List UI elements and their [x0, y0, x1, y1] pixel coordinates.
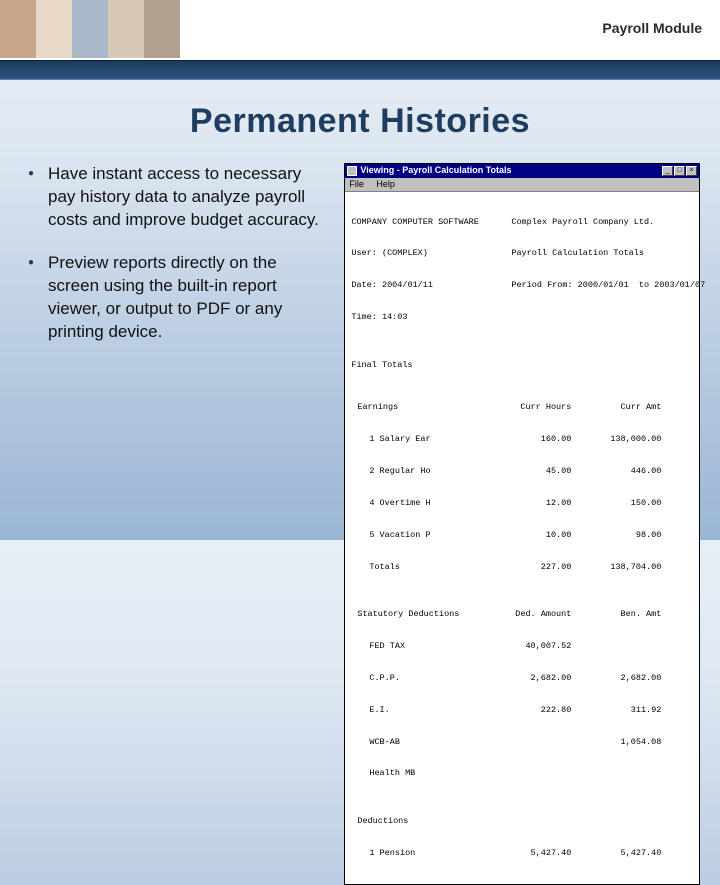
window-titlebar[interactable]: Viewing - Payroll Calculation Totals _ □… — [345, 164, 699, 178]
earn-totals-amt: 138,704.00 — [571, 562, 661, 573]
stat-ben — [571, 641, 661, 652]
stat-label: C.P.P. — [351, 673, 481, 684]
deductions-header: Deductions — [351, 816, 693, 827]
minimize-icon[interactable]: _ — [662, 166, 673, 176]
module-label: Payroll Module — [602, 20, 702, 36]
stat-ded: 222.80 — [481, 705, 571, 716]
header-band: Payroll Module — [0, 0, 720, 60]
company-name: Complex Payroll Company Ltd. — [511, 217, 691, 228]
earn-hours: 45.00 — [481, 466, 571, 477]
stat-label: WCB-AB — [351, 737, 481, 748]
date-line: Date: 2004/01/11 — [351, 280, 511, 291]
col-amt-header: Curr Amt — [571, 402, 661, 413]
window-menubar[interactable]: File Help — [345, 178, 699, 192]
close-icon[interactable]: × — [686, 166, 697, 176]
page-title: Permanent Histories — [0, 102, 720, 141]
ded-b: 5,427.40 — [571, 848, 661, 859]
time-line: Time: 14:03 — [351, 312, 693, 323]
header-blue-band — [0, 60, 720, 80]
earn-amt: 446.00 — [571, 466, 661, 477]
stat-ded: 40,007.52 — [481, 641, 571, 652]
company-code: COMPANY COMPUTER SOFTWARE — [351, 217, 511, 228]
decorative-photo-strip — [0, 0, 180, 58]
earn-totals-label: Totals — [351, 562, 481, 573]
earn-hours: 12.00 — [481, 498, 571, 509]
ded-d: 5,427.40 — [481, 848, 571, 859]
earn-label: 1 Salary Ear — [351, 434, 481, 445]
menu-help[interactable]: Help — [376, 179, 395, 189]
stat-label: E.I. — [351, 705, 481, 716]
period-line: Period From: 2000/01/01 to 2003/01/07 — [511, 280, 691, 291]
stat-ben: 2,682.00 — [571, 673, 661, 684]
earn-hours: 10.00 — [481, 530, 571, 541]
earn-amt: 98.00 — [571, 530, 661, 541]
earn-label: 4 Overtime H — [351, 498, 481, 509]
stat-ben — [571, 768, 661, 779]
earn-hours: 160.00 — [481, 434, 571, 445]
stat-label: FED TAX — [351, 641, 481, 652]
earn-totals-hours: 227.00 — [481, 562, 571, 573]
col-hours-header: Curr Hours — [481, 402, 571, 413]
earnings-header: Earnings — [351, 402, 481, 413]
earn-amt: 150.00 — [571, 498, 661, 509]
report-body: COMPANY COMPUTER SOFTWARE Complex Payrol… — [345, 192, 699, 883]
stat-ben: 311.92 — [571, 705, 661, 716]
statutory-header: Statutory Deductions — [351, 609, 481, 620]
window-title: Viewing - Payroll Calculation Totals — [360, 165, 661, 176]
ded-amount-header: Ded. Amount — [481, 609, 571, 620]
report-viewer-window: Viewing - Payroll Calculation Totals _ □… — [344, 163, 700, 885]
stat-ded: 2,682.00 — [481, 673, 571, 684]
stat-ded — [481, 737, 571, 748]
menu-file[interactable]: File — [349, 179, 364, 189]
stat-label: Health MB — [351, 768, 481, 779]
stat-ben: 1,054.08 — [571, 737, 661, 748]
report-name: Payroll Calculation Totals — [511, 248, 691, 259]
user-line: User: (COMPLEX) — [351, 248, 511, 259]
bullet-list: Have instant access to necessary pay his… — [28, 163, 324, 885]
bullet-item: Preview reports directly on the screen u… — [28, 252, 324, 344]
ben-amt-header: Ben. Amt — [571, 609, 661, 620]
maximize-icon[interactable]: □ — [674, 166, 685, 176]
ded-label: 1 Pension — [351, 848, 481, 859]
stat-ded — [481, 768, 571, 779]
content-row: Have instant access to necessary pay his… — [0, 163, 720, 885]
bullet-item: Have instant access to necessary pay his… — [28, 163, 324, 232]
window-icon — [347, 166, 357, 176]
earn-amt: 138,000.00 — [571, 434, 661, 445]
earn-label: 5 Vacation P — [351, 530, 481, 541]
final-totals-label: Final Totals — [351, 360, 693, 371]
earn-label: 2 Regular Ho — [351, 466, 481, 477]
